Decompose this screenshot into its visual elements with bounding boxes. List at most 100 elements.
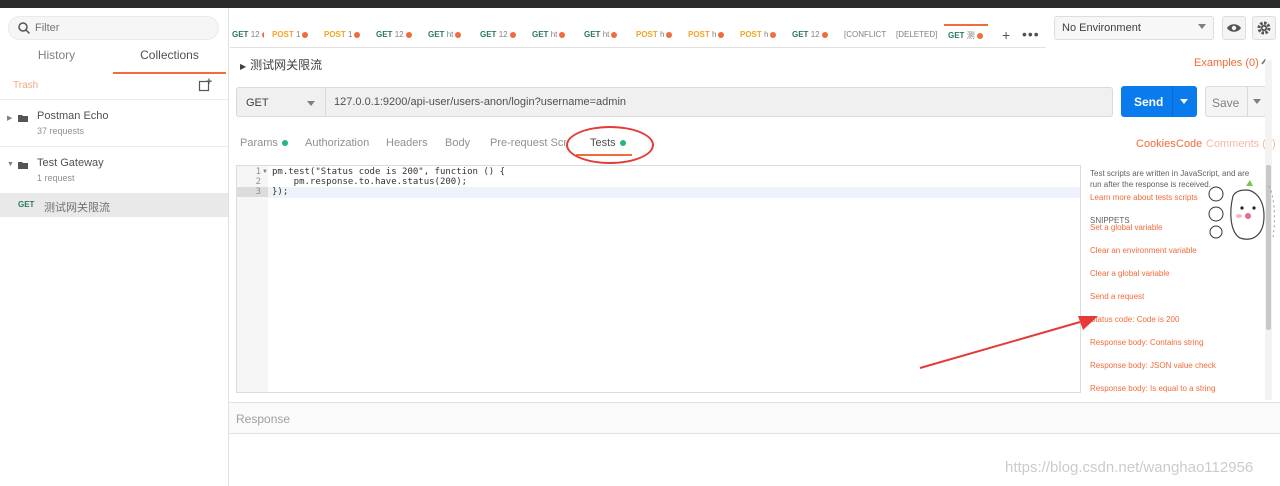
- url-input[interactable]: 127.0.0.1:9200/api-user/users-anon/login…: [325, 87, 1113, 117]
- code-link[interactable]: Code: [1176, 138, 1202, 150]
- snippet-clear-environment-variable[interactable]: Clear an environment variable: [1090, 246, 1197, 255]
- line-gutter: [237, 166, 268, 392]
- request-tab-label: h: [764, 30, 769, 39]
- examples-label: Examples (0): [1194, 57, 1259, 69]
- request-tab-method: POST: [636, 30, 658, 39]
- code-line: pm.test("Status code is 200", function (…: [272, 167, 505, 177]
- line-number: 2: [255, 177, 261, 187]
- environment-select[interactable]: No Environment: [1054, 16, 1214, 40]
- request-name: 测试网关限流: [44, 202, 110, 214]
- request-tab[interactable]: POST 1: [268, 26, 316, 48]
- environment-quick-look-button[interactable]: [1222, 16, 1246, 40]
- fold-icon[interactable]: ▼: [262, 169, 268, 175]
- request-tab[interactable]: GET 12: [228, 26, 264, 48]
- send-options-icon[interactable]: [1180, 99, 1188, 104]
- unsaved-dot: [354, 31, 361, 38]
- tab-history[interactable]: History: [0, 44, 113, 74]
- request-tab[interactable]: GET 12: [788, 26, 836, 48]
- request-tab[interactable]: POST h: [684, 26, 732, 48]
- request-tab[interactable]: GET 12: [372, 26, 420, 48]
- request-tab-method: POST: [688, 30, 710, 39]
- request-tab[interactable]: GET 12: [476, 26, 524, 48]
- expand-caret-icon[interactable]: ▶: [7, 114, 12, 122]
- method-value: GET: [246, 97, 269, 109]
- unsaved-dot: [666, 31, 673, 38]
- eye-icon: [1227, 24, 1241, 32]
- request-tab[interactable]: POST 1: [320, 26, 368, 48]
- tab-headers[interactable]: Headers: [386, 137, 428, 149]
- tab-params[interactable]: Params: [240, 137, 288, 149]
- snippet-body-equals-string[interactable]: Response body: Is equal to a string: [1090, 384, 1215, 393]
- more-tabs-icon[interactable]: •••: [1022, 26, 1040, 42]
- save-button[interactable]: Save: [1205, 86, 1266, 117]
- unsaved-dot: [770, 31, 777, 38]
- method-select[interactable]: GET: [236, 87, 325, 117]
- environment-bar: No Environment: [1046, 8, 1280, 48]
- collection-postman-echo[interactable]: ▶ Postman Echo 37 requests: [0, 99, 228, 145]
- snippet-status-code-200[interactable]: Status code: Code is 200: [1090, 315, 1179, 324]
- snippet-json-value-check[interactable]: Response body: JSON value check: [1090, 361, 1216, 370]
- collection-test-gateway[interactable]: ▼ Test Gateway 1 request: [0, 146, 228, 192]
- unsaved-dot: [976, 32, 983, 39]
- code-line: pm.response.to.have.status(200);: [272, 177, 468, 187]
- request-tab[interactable]: GET ht: [528, 26, 576, 48]
- save-divider: [1247, 87, 1248, 116]
- request-tab-label: ht: [550, 30, 558, 39]
- collection-name: Test Gateway: [37, 157, 104, 169]
- line-number: 1: [255, 167, 261, 177]
- request-tab-label: ht: [602, 30, 610, 39]
- response-section[interactable]: Response: [229, 402, 1280, 434]
- active-indicator-dot: [281, 140, 288, 147]
- sidebar-request-item[interactable]: GET 测试网关限流: [0, 193, 228, 217]
- tab-body[interactable]: Body: [445, 137, 470, 149]
- request-tab-strip: + ••• GET 12 POST 1 POST 1 GET 12 GET ht GET …: [230, 8, 1046, 48]
- new-collection-icon[interactable]: [198, 78, 212, 92]
- tab-authorization[interactable]: Authorization: [305, 137, 369, 149]
- new-tab-icon[interactable]: +: [1002, 27, 1010, 43]
- folder-icon: [18, 162, 28, 169]
- snippet-clear-global-variable[interactable]: Clear a global variable: [1090, 269, 1170, 278]
- cookies-link[interactable]: Cookies: [1136, 138, 1176, 150]
- snippet-send-request[interactable]: Send a request: [1090, 292, 1144, 301]
- request-title[interactable]: ▶ 测试网关限流: [240, 56, 322, 73]
- manage-environments-button[interactable]: [1252, 16, 1276, 40]
- request-tab-method: GET: [948, 31, 965, 40]
- unsaved-dot: [261, 31, 264, 38]
- request-tab-label: 12: [810, 30, 820, 39]
- gear-icon: [1257, 21, 1271, 35]
- request-tab-method: GET: [232, 30, 249, 39]
- request-tab[interactable]: GET ht: [580, 26, 628, 48]
- request-tab[interactable]: [CONFLICT: [840, 26, 888, 48]
- send-button[interactable]: Send: [1121, 86, 1197, 117]
- request-tab-label: h: [660, 30, 665, 39]
- request-tab-label: ht: [446, 30, 454, 39]
- request-tab-label: 测: [966, 31, 975, 40]
- sticker-decoration: [1208, 180, 1275, 240]
- filter-box[interactable]: [8, 16, 219, 40]
- trash-row: Trash: [0, 76, 228, 98]
- request-tab[interactable]: POST h: [632, 26, 680, 48]
- trash-link[interactable]: Trash: [13, 80, 38, 91]
- request-tab[interactable]: GET 测×: [944, 24, 988, 46]
- tab-collections[interactable]: Collections: [113, 44, 226, 74]
- request-tab-label: 12: [498, 30, 508, 39]
- tests-code-editor[interactable]: 1 ▼ 2 3 pm.test("Status code is 200", fu…: [236, 165, 1081, 393]
- save-options-icon[interactable]: [1253, 99, 1261, 104]
- sidebar: History Collections Trash ▶ Postman Echo…: [0, 8, 229, 486]
- filter-input[interactable]: [35, 20, 210, 36]
- request-tab-label: 1: [296, 30, 301, 39]
- request-tab[interactable]: [DELETED]: [892, 26, 940, 48]
- collection-count: 1 request: [37, 173, 75, 183]
- snippet-body-contains-string[interactable]: Response body: Contains string: [1090, 338, 1203, 347]
- collapse-caret-icon[interactable]: ▼: [7, 161, 14, 168]
- expand-caret-icon: ▶: [240, 62, 247, 71]
- request-method: GET: [18, 200, 35, 209]
- tab-pre-request-script[interactable]: Pre-request Script: [490, 137, 566, 149]
- request-tab[interactable]: POST h: [736, 26, 784, 48]
- snippet-set-global-variable[interactable]: Set a global variable: [1090, 223, 1163, 232]
- request-tab-method: GET: [792, 30, 809, 39]
- request-tab-method: GET: [428, 30, 445, 39]
- unsaved-dot: [405, 31, 412, 38]
- request-tab[interactable]: GET ht: [424, 26, 472, 48]
- watermark: https://blog.csdn.net/wanghao112956: [1005, 459, 1254, 476]
